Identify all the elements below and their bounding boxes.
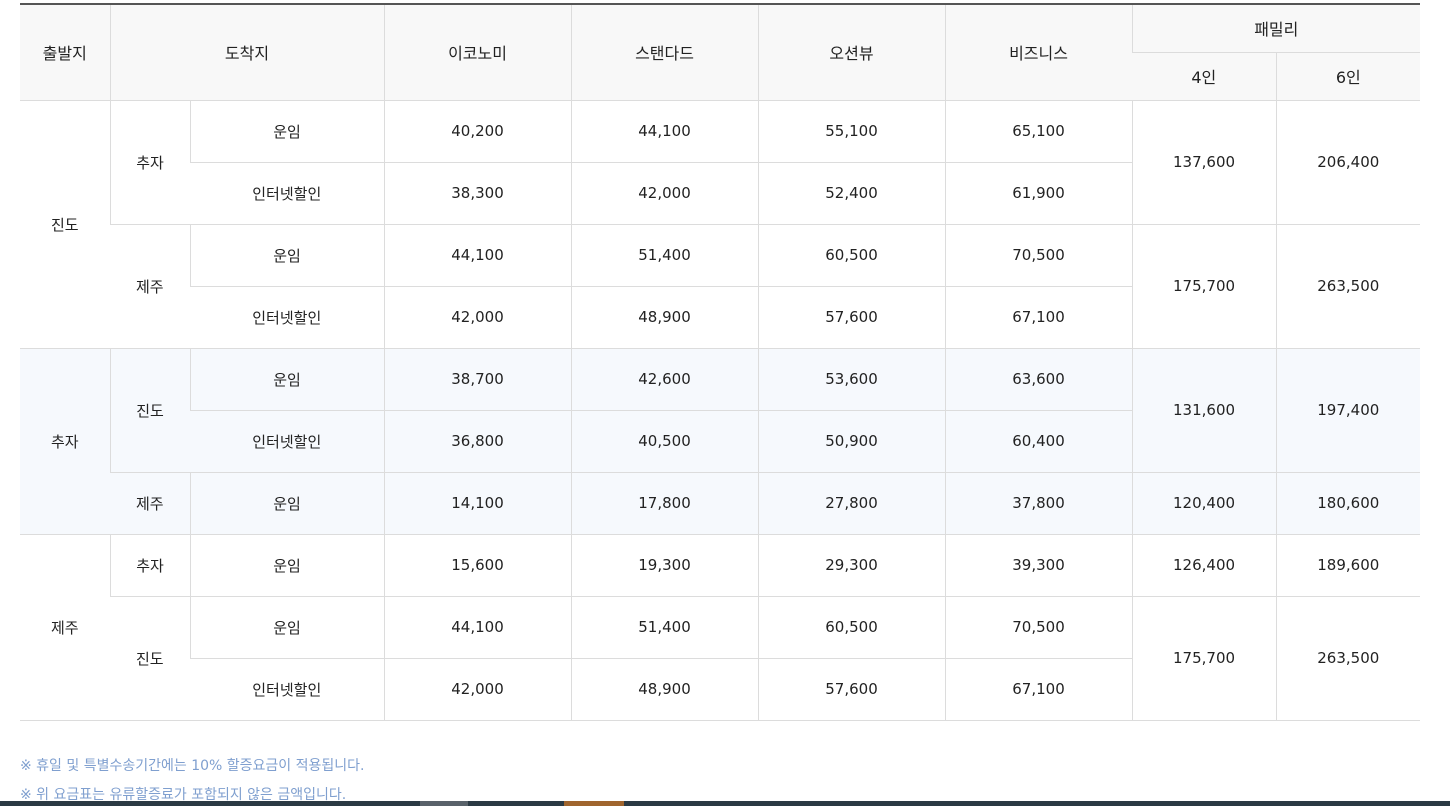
fare-type-discount: 인터넷할인	[190, 162, 385, 225]
fare-type-discount: 인터넷할인	[190, 658, 385, 721]
price-oceanview: 52,400	[757, 162, 946, 225]
price-standard: 51,400	[570, 224, 759, 287]
destination-cell: 추자	[109, 534, 190, 597]
price-family-4: 175,700	[1131, 224, 1277, 349]
price-standard: 19,300	[570, 534, 759, 597]
price-standard: 48,900	[570, 658, 759, 721]
price-economy: 15,600	[383, 534, 572, 597]
price-oceanview: 50,900	[757, 410, 946, 473]
origin-cell: 진도	[20, 100, 110, 349]
price-family-4: 131,600	[1131, 348, 1277, 473]
header-destination: 도착지	[109, 3, 385, 101]
price-economy: 36,800	[383, 410, 572, 473]
price-economy: 44,100	[383, 224, 572, 287]
header-family-6: 6인	[1275, 52, 1421, 101]
header-origin: 출발지	[20, 3, 110, 101]
price-oceanview: 60,500	[757, 224, 946, 287]
note-surcharge: ※ 휴일 및 특별수송기간에는 10% 할증요금이 적용됩니다.	[20, 758, 365, 774]
price-business: 67,100	[944, 658, 1133, 721]
price-economy: 14,100	[383, 472, 572, 535]
header-business: 비즈니스	[944, 3, 1133, 101]
price-standard: 42,000	[570, 162, 759, 225]
price-standard: 48,900	[570, 286, 759, 349]
header-oceanview: 오션뷰	[757, 3, 946, 101]
fare-row: 제주 추자 운임 15,600 19,300 29,300 39,300 126,400 189…	[20, 534, 1421, 721]
price-standard: 40,500	[570, 410, 759, 473]
fare-row: 제주 운임 14,100 17,800 27,800 37,800 120,400 180,6…	[20, 472, 1421, 535]
bottom-bar	[0, 801, 1450, 806]
price-economy: 38,700	[383, 348, 572, 411]
price-business: 60,400	[944, 410, 1133, 473]
bottom-bar-segment	[564, 801, 624, 806]
price-oceanview: 57,600	[757, 658, 946, 721]
header-family: 패밀리	[1131, 3, 1421, 53]
price-family-4: 120,400	[1131, 472, 1277, 535]
price-business: 63,600	[944, 348, 1133, 411]
fare-row: 제주 운임 44,100 51,400 60,500 70,500 175,700 263,5…	[20, 224, 1421, 349]
price-family-6: 180,600	[1275, 472, 1421, 535]
price-standard: 17,800	[570, 472, 759, 535]
price-business: 65,100	[944, 100, 1133, 163]
price-family-4: 175,700	[1131, 596, 1277, 721]
bottom-bar-segment	[420, 801, 468, 806]
fare-table-body: 진도 추자 운임 40,200 44,100 55,100 65,100 137,600 206…	[20, 100, 1421, 721]
price-economy: 40,200	[383, 100, 572, 163]
price-economy: 42,000	[383, 286, 572, 349]
price-economy: 44,100	[383, 596, 572, 659]
destination-cell: 진도	[109, 348, 190, 473]
price-business: 39,300	[944, 534, 1133, 597]
price-family-6: 189,600	[1275, 534, 1421, 597]
header-economy: 이코노미	[383, 3, 572, 101]
destination-cell: 제주	[110, 224, 190, 349]
fare-table-wrapper: 출발지 도착지 이코노미 스탠다드 오션뷰 비즈니스 패밀리 4인 6인 진도 추…	[20, 3, 1421, 721]
price-family-4: 126,400	[1131, 534, 1277, 597]
header-family-4: 4인	[1132, 52, 1277, 101]
price-business: 70,500	[944, 596, 1133, 659]
origin-cell: 추자	[20, 348, 110, 535]
fare-type-discount: 인터넷할인	[190, 286, 385, 349]
fare-row: 추자 진도 운임 38,700 42,600 53,600 63,600 131,600 197…	[20, 348, 1421, 535]
destination-cell: 진도	[110, 596, 190, 721]
fare-table: 출발지 도착지 이코노미 스탠다드 오션뷰 비즈니스 패밀리 4인 6인 진도 추…	[20, 3, 1421, 721]
fare-type-base: 운임	[189, 100, 385, 163]
destination-cell: 제주	[110, 472, 190, 535]
price-business: 67,100	[944, 286, 1133, 349]
price-oceanview: 60,500	[757, 596, 946, 659]
fare-type-base: 운임	[189, 224, 385, 287]
destination-cell: 추자	[109, 100, 190, 225]
fare-type-discount: 인터넷할인	[190, 410, 385, 473]
price-oceanview: 57,600	[757, 286, 946, 349]
price-standard: 44,100	[570, 100, 759, 163]
price-family-6: 263,500	[1275, 596, 1421, 721]
header-standard: 스탠다드	[570, 3, 759, 101]
price-family-6: 206,400	[1275, 100, 1421, 225]
fare-type-base: 운임	[189, 472, 385, 535]
price-economy: 42,000	[383, 658, 572, 721]
price-standard: 51,400	[570, 596, 759, 659]
fare-type-base: 운임	[189, 534, 385, 597]
price-economy: 38,300	[383, 162, 572, 225]
price-family-6: 197,400	[1275, 348, 1421, 473]
price-oceanview: 29,300	[757, 534, 946, 597]
price-family-6: 263,500	[1275, 224, 1421, 349]
fare-type-base: 운임	[189, 348, 385, 411]
price-oceanview: 53,600	[757, 348, 946, 411]
fare-table-header: 출발지 도착지 이코노미 스탠다드 오션뷰 비즈니스 패밀리 4인 6인	[20, 3, 1421, 101]
fare-type-base: 운임	[189, 596, 385, 659]
fare-row: 진도 추자 운임 40,200 44,100 55,100 65,100 137,600 206…	[20, 100, 1421, 349]
price-family-4: 137,600	[1131, 100, 1277, 225]
price-business: 70,500	[944, 224, 1133, 287]
price-oceanview: 55,100	[757, 100, 946, 163]
origin-cell: 제주	[20, 534, 110, 721]
price-oceanview: 27,800	[757, 472, 946, 535]
price-business: 37,800	[944, 472, 1133, 535]
fare-row: 진도 운임 44,100 51,400 60,500 70,500 175,700 263,5…	[20, 596, 1421, 721]
price-business: 61,900	[944, 162, 1133, 225]
price-standard: 42,600	[570, 348, 759, 411]
